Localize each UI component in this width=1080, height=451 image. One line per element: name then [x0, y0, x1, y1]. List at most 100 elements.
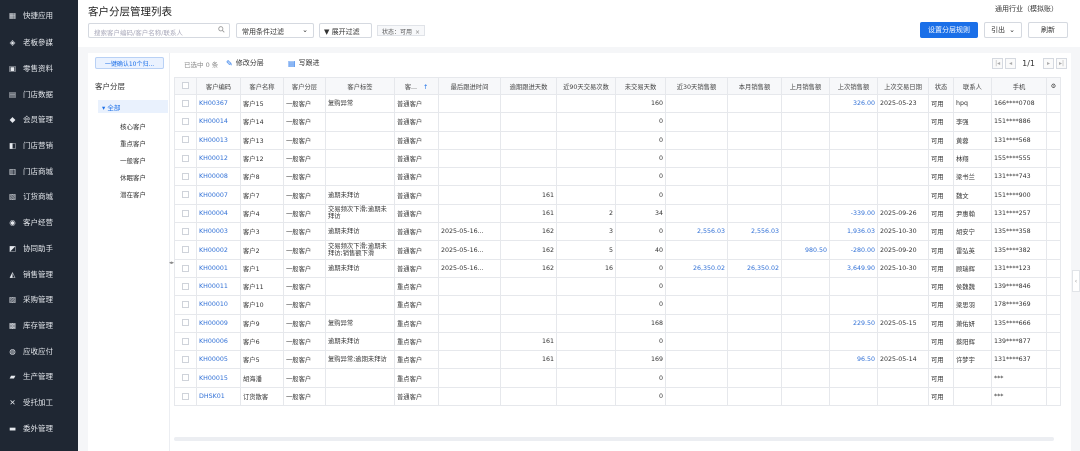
row-checkbox[interactable]: [174, 313, 197, 333]
column-header[interactable]: 客... ↑: [394, 77, 439, 95]
tree-item-2[interactable]: 一般客户: [120, 155, 146, 165]
tree-item-all[interactable]: ▾ 全部: [98, 100, 168, 113]
table-cell[interactable]: KH00002: [196, 240, 241, 260]
column-header[interactable]: 客户名称: [240, 77, 284, 95]
sidebar-item-1[interactable]: ◈ 老板參謀: [0, 30, 78, 56]
table-cell[interactable]: KH00006: [196, 331, 241, 352]
table-row[interactable]: KH00011 客户11 一般客户 重点客户 0 可用 侯魏魏 139****846: [174, 276, 1061, 297]
table-cell[interactable]: KH00009: [196, 313, 241, 333]
sidebar-item-4[interactable]: ◆ 会员管理: [0, 107, 78, 133]
row-checkbox[interactable]: [174, 112, 197, 132]
table-cell[interactable]: KH00012: [196, 148, 241, 169]
tree-item-0[interactable]: 核心客户: [120, 121, 146, 131]
sort-arrow-icon[interactable]: ↑: [423, 84, 428, 91]
table-row[interactable]: KH00008 客户8 一般客户 普通客户 0 可用 梁书兰 131****743: [174, 167, 1061, 187]
row-checkbox[interactable]: [174, 386, 197, 407]
import-button[interactable]: 引出 ⌄: [984, 22, 1022, 38]
refresh-button[interactable]: 刷新: [1028, 22, 1068, 38]
expand-filter-button[interactable]: ▼ 展开过滤: [319, 23, 372, 38]
column-header[interactable]: 联系人: [953, 77, 992, 95]
table-row[interactable]: KH00002 客户2 一般客户 交易频次下滑;逾期未拜访;销售额下滑 普通客户 2025…: [174, 240, 1061, 260]
settings-icon[interactable]: ⚙: [1046, 77, 1061, 95]
column-header[interactable]: 近30天销售额: [665, 77, 728, 95]
sidebar-item-12[interactable]: ▩ 库存管理: [0, 313, 78, 339]
first-page-icon[interactable]: |◂: [992, 57, 1004, 69]
row-checkbox[interactable]: [174, 185, 197, 205]
table-cell[interactable]: KH00001: [196, 258, 241, 278]
table-row[interactable]: KH00009 客户9 一般客户 复购异常 重点客户 168 229.50 2025-05-1…: [174, 313, 1061, 333]
row-checkbox[interactable]: [174, 148, 197, 169]
prev-page-icon[interactable]: ◂: [1005, 57, 1017, 69]
search-icon[interactable]: [218, 26, 225, 35]
next-page-icon[interactable]: ▸: [1043, 57, 1054, 69]
sidebar-item-11[interactable]: ▨ 采购管理: [0, 287, 78, 313]
table-cell[interactable]: KH00005: [196, 350, 241, 370]
table-row[interactable]: KH00010 客户10 一般客户 重点客户 0 可用 梁思羽 178****369: [174, 295, 1061, 315]
table-row[interactable]: KH00007 客户7 一般客户 逾期未拜访 普通客户 161 0 可用 魏文 151****90…: [174, 185, 1061, 205]
tree-item-3[interactable]: 休眠客户: [120, 172, 146, 182]
column-header[interactable]: 本月销售额: [727, 77, 782, 95]
follow-up-button[interactable]: ▤ 写跟进: [288, 58, 320, 68]
table-row[interactable]: KH00003 客户3 一般客户 逾期未拜访 普通客户 2025-05-16... 162 3…: [174, 222, 1061, 242]
row-checkbox[interactable]: [174, 222, 197, 242]
row-checkbox[interactable]: [174, 350, 197, 370]
sidebar-item-7[interactable]: ▧ 订货商城: [0, 184, 78, 210]
sidebar-item-13[interactable]: ◍ 应收应付: [0, 338, 78, 364]
close-icon[interactable]: ×: [415, 29, 420, 36]
row-checkbox[interactable]: [174, 368, 197, 388]
row-checkbox[interactable]: [174, 331, 197, 352]
table-row[interactable]: KH00015 胡海潘 一般客户 重点客户 0 可用 ***: [174, 368, 1061, 388]
table-cell[interactable]: KH00010: [196, 295, 241, 315]
row-checkbox[interactable]: [174, 258, 197, 278]
column-header[interactable]: 逾期跟进天数: [500, 77, 557, 95]
column-header[interactable]: 客户标签: [325, 77, 395, 95]
horizontal-scrollbar[interactable]: [174, 437, 1054, 441]
filter-select[interactable]: 常用条件过滤 ⌄: [236, 23, 314, 38]
sidebar-item-0[interactable]: ▦ 快捷应用: [0, 0, 78, 30]
industry-selector[interactable]: 通用行业（模拟账）: [995, 4, 1058, 14]
set-rule-button[interactable]: 设置分层规则: [920, 22, 978, 38]
column-header[interactable]: 上月销售额: [781, 77, 830, 95]
column-header[interactable]: 客户分层: [283, 77, 326, 95]
sidebar-item-6[interactable]: ▥ 门店商城: [0, 158, 78, 184]
row-checkbox[interactable]: [174, 295, 197, 315]
table-cell[interactable]: KH00367: [196, 93, 241, 114]
column-header[interactable]: 上次销售额: [829, 77, 878, 95]
column-header[interactable]: 未交易天数: [615, 77, 666, 95]
sidebar-item-15[interactable]: ✕ 受托加工: [0, 390, 78, 416]
table-row[interactable]: KH00001 客户1 一般客户 逾期未拜访 普通客户 2025-05-16... 162 1…: [174, 258, 1061, 278]
table-cell[interactable]: KH00014: [196, 112, 241, 132]
sidebar-item-10[interactable]: ◭ 销售管理: [0, 261, 78, 287]
confirm-tiers-button[interactable]: 一键确认10个归...: [95, 57, 164, 69]
row-checkbox[interactable]: [174, 167, 197, 187]
column-header[interactable]: 客户编码: [196, 77, 241, 95]
last-page-icon[interactable]: ▸|: [1056, 57, 1067, 69]
table-row[interactable]: KH00006 客户6 一般客户 逾期未拜访 重点客户 161 0 可用 蔡阳辉 139****8…: [174, 331, 1061, 352]
sidebar-item-9[interactable]: ◩ 协同助手: [0, 236, 78, 262]
table-row[interactable]: DHSK01 订货散客 一般客户 普通客户 0 可用 ***: [174, 386, 1061, 407]
sidebar-item-14[interactable]: ▰ 生产管理: [0, 364, 78, 390]
sidebar-item-2[interactable]: ▣ 零售资料: [0, 56, 78, 82]
table-cell[interactable]: KH00011: [196, 276, 241, 297]
tree-item-1[interactable]: 重点客户: [120, 138, 146, 148]
table-row[interactable]: KH00012 客户12 一般客户 普通客户 0 可用 林翔 155****555: [174, 148, 1061, 169]
column-header[interactable]: 上次交易日期: [877, 77, 929, 95]
search-input[interactable]: 搜索客户编码/客户名称/联系人: [88, 23, 230, 38]
table-row[interactable]: KH00004 客户4 一般客户 交易频次下滑;逾期未拜访 普通客户 161 2 34 -339…: [174, 203, 1061, 224]
status-filter-chip[interactable]: 状态：可用 ×: [377, 25, 426, 36]
row-checkbox[interactable]: [174, 130, 197, 150]
table-cell[interactable]: KH00007: [196, 185, 241, 205]
expand-right-icon[interactable]: ‹: [1072, 270, 1080, 292]
column-header[interactable]: 最后跟进时间: [438, 77, 501, 95]
row-checkbox[interactable]: [174, 203, 197, 224]
select-all-checkbox[interactable]: [174, 77, 197, 95]
sidebar-item-5[interactable]: ◧ 门店营销: [0, 133, 78, 159]
table-row[interactable]: KH00367 客户15 一般客户 复购异常 普通客户 160 326.00 2025-05-…: [174, 93, 1061, 114]
column-header[interactable]: 近90天交易次数: [556, 77, 616, 95]
row-checkbox[interactable]: [174, 276, 197, 297]
table-row[interactable]: KH00014 客户14 一般客户 普通客户 0 可用 李强 151****886: [174, 112, 1061, 132]
table-cell[interactable]: KH00008: [196, 167, 241, 187]
row-checkbox[interactable]: [174, 240, 197, 260]
sidebar-item-8[interactable]: ◉ 客户经营: [0, 210, 78, 236]
table-row[interactable]: KH00005 客户5 一般客户 复购异常;逾期未拜访 重点客户 161 169 96.50 2…: [174, 350, 1061, 370]
